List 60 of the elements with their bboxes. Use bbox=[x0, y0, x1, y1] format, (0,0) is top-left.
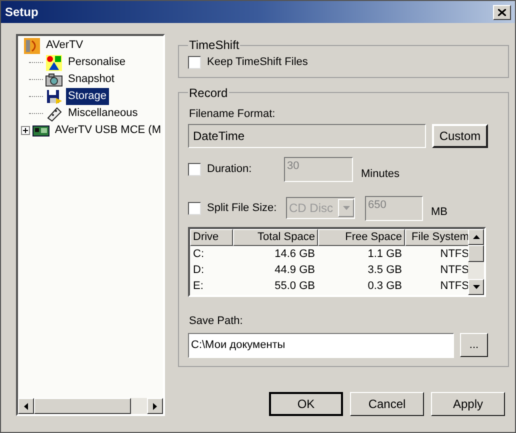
unit-label: Minutes bbox=[361, 166, 400, 182]
table-cell-text: 55.0 GB bbox=[274, 279, 316, 294]
table-cell-text: 1.1 GB bbox=[366, 247, 403, 262]
unit-label: MB bbox=[431, 204, 448, 220]
scroll-left-button[interactable] bbox=[18, 398, 34, 414]
checkbox-label: Duration: bbox=[207, 162, 253, 177]
shapes-icon bbox=[46, 54, 62, 70]
scroll-right-button[interactable] bbox=[147, 398, 163, 414]
down-arrow-icon bbox=[472, 285, 480, 289]
app-icon bbox=[24, 38, 40, 54]
checkbox-label: Split File Size: bbox=[207, 200, 278, 216]
group-title: Record bbox=[188, 84, 229, 102]
close-button[interactable] bbox=[493, 4, 511, 20]
tree-item[interactable]: AVerTV USB MCE (M bbox=[52, 122, 163, 139]
scroll-thumb[interactable] bbox=[34, 398, 131, 414]
table-cell-text: E: bbox=[192, 279, 204, 294]
tree-item[interactable]: AVerTV bbox=[44, 37, 86, 54]
custom-button[interactable]: Custom bbox=[432, 124, 488, 148]
table-cell-text: 44.9 GB bbox=[274, 263, 316, 278]
right-arrow-icon bbox=[153, 402, 157, 410]
column-header[interactable]: File System bbox=[405, 229, 468, 246]
dialog-button[interactable]: Apply bbox=[431, 392, 505, 416]
table-cell-text: 3.5 GB bbox=[366, 263, 403, 278]
tree-item[interactable]: Personalise bbox=[66, 54, 128, 71]
remote-control-icon bbox=[46, 106, 62, 122]
dropdown-arrow-button[interactable] bbox=[338, 199, 354, 217]
dialog-button[interactable]: Cancel bbox=[350, 392, 424, 416]
column-header[interactable]: Total Space bbox=[233, 229, 318, 246]
column-header[interactable]: Drive bbox=[190, 229, 233, 246]
up-arrow-icon bbox=[472, 235, 480, 239]
checkbox[interactable] bbox=[188, 56, 201, 69]
camera-icon bbox=[45, 72, 63, 86]
tree-item[interactable]: Storage bbox=[66, 88, 109, 105]
table-cell-text: 0.3 GB bbox=[366, 279, 403, 294]
tree-item[interactable]: Snapshot bbox=[66, 71, 116, 88]
dropdown-value: CD Disc bbox=[288, 200, 334, 217]
vertical-scrollbar[interactable] bbox=[468, 229, 484, 295]
close-icon bbox=[498, 8, 506, 16]
table-cell-text: D: bbox=[192, 263, 205, 278]
device-card-icon bbox=[32, 124, 50, 138]
down-arrow-icon bbox=[342, 206, 350, 210]
group-title: TimeShift bbox=[188, 37, 240, 54]
scroll-up-button[interactable] bbox=[468, 229, 484, 245]
table-cell-text: C: bbox=[192, 247, 205, 262]
dialog-button[interactable]: OK bbox=[269, 392, 343, 416]
browse-button[interactable]: ... bbox=[460, 333, 488, 357]
scroll-thumb[interactable] bbox=[468, 245, 484, 262]
tree-item[interactable]: Miscellaneous bbox=[66, 105, 140, 122]
field-label: Filename Format: bbox=[189, 106, 276, 122]
column-header[interactable]: Free Space bbox=[318, 229, 405, 246]
table-cell-text: 14.6 GB bbox=[274, 247, 316, 262]
filename-format-field[interactable]: DateTime bbox=[188, 124, 426, 148]
expand-icon[interactable] bbox=[20, 126, 30, 135]
checkbox-label: Keep TimeShift Files bbox=[207, 55, 308, 70]
horizontal-scrollbar[interactable] bbox=[18, 398, 163, 414]
window-title: Setup bbox=[5, 4, 38, 21]
scroll-down-button[interactable] bbox=[468, 279, 484, 295]
save-path-field[interactable]: C:\Мои документы bbox=[188, 332, 454, 358]
left-arrow-icon bbox=[24, 402, 28, 410]
field-label: Save Path: bbox=[189, 314, 244, 329]
